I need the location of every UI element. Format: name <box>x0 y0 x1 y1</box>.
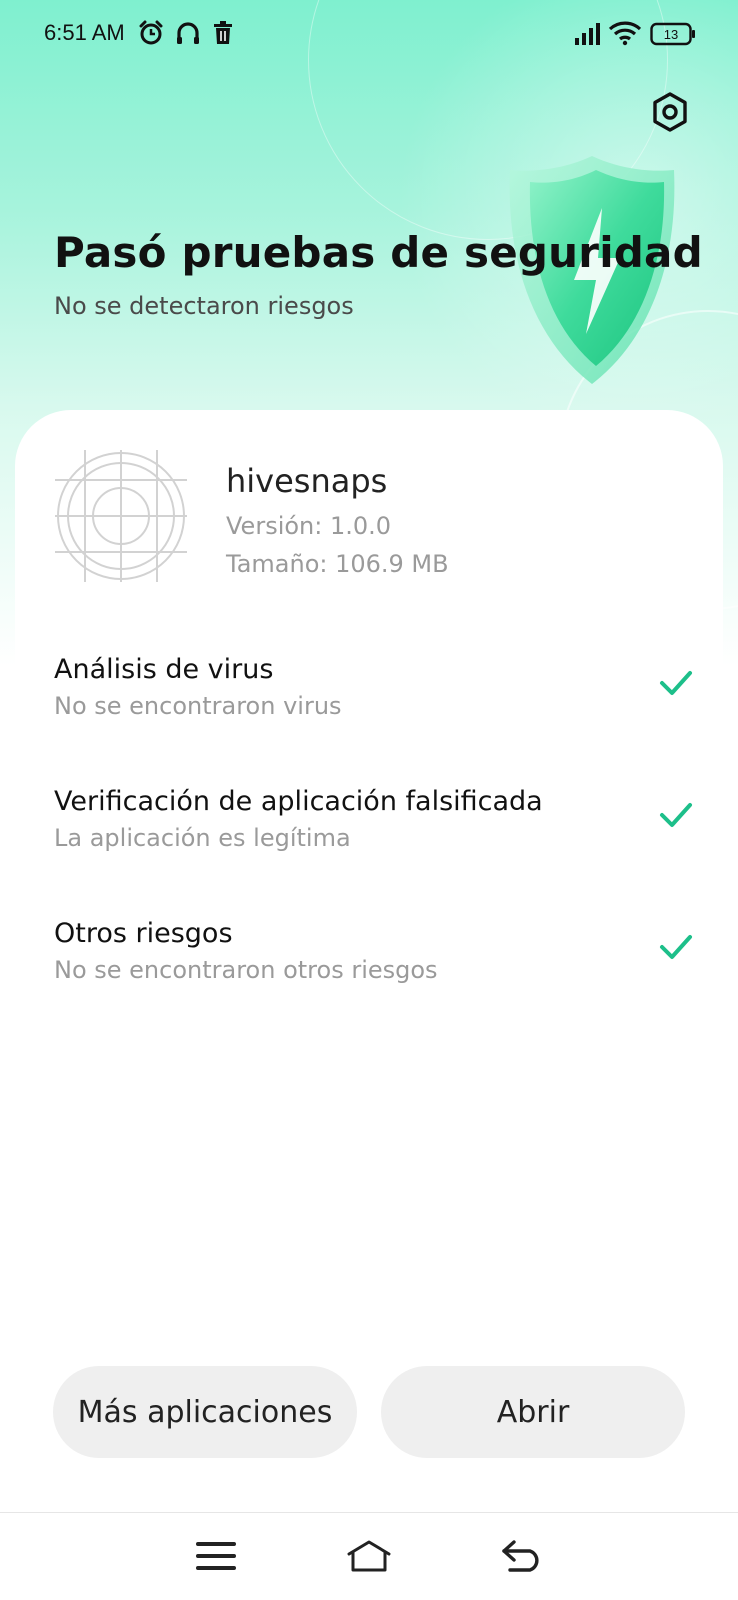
check-description: La aplicación es legítima <box>54 824 351 852</box>
check-title: Verificación de aplicación falsificada <box>54 786 543 817</box>
settings-hexagon-icon <box>653 92 687 132</box>
check-icon <box>660 671 692 695</box>
settings-button[interactable] <box>648 90 692 134</box>
app-version: Versión: 1.0.0 <box>226 512 392 540</box>
status-bar: 6:51 AM 13 <box>0 0 738 70</box>
check-icon <box>660 935 692 959</box>
status-time: 6:51 AM <box>44 20 125 45</box>
check-title: Análisis de virus <box>54 654 274 685</box>
check-icon <box>660 803 692 827</box>
more-apps-button[interactable]: Más aplicaciones <box>53 1366 357 1458</box>
menu-icon[interactable] <box>196 1541 236 1575</box>
check-title: Otros riesgos <box>54 918 233 949</box>
navigation-bar <box>0 1512 738 1600</box>
app-placeholder-icon <box>55 450 187 582</box>
alarm-icon <box>138 20 164 50</box>
wifi-icon <box>608 20 642 50</box>
trash-icon <box>212 20 234 50</box>
app-name: hivesnaps <box>226 462 388 500</box>
svg-text:13: 13 <box>664 27 678 42</box>
back-icon[interactable] <box>500 1539 544 1577</box>
headphones-icon <box>176 20 200 50</box>
battery-icon: 13 <box>650 22 696 50</box>
check-item-other-risks: Otros riesgos No se encontraron otros ri… <box>54 918 694 998</box>
check-item-virus: Análisis de virus No se encontraron viru… <box>54 654 694 734</box>
page-subtitle: No se detectaron riesgos <box>54 292 354 320</box>
check-description: No se encontraron otros riesgos <box>54 956 438 984</box>
check-description: No se encontraron virus <box>54 692 342 720</box>
home-icon[interactable] <box>346 1539 392 1577</box>
page-title: Pasó pruebas de seguridad <box>54 228 703 277</box>
app-size: Tamaño: 106.9 MB <box>226 550 449 578</box>
check-item-fake-app: Verificación de aplicación falsificada L… <box>54 786 694 866</box>
signal-icon <box>574 22 602 50</box>
open-button[interactable]: Abrir <box>381 1366 685 1458</box>
